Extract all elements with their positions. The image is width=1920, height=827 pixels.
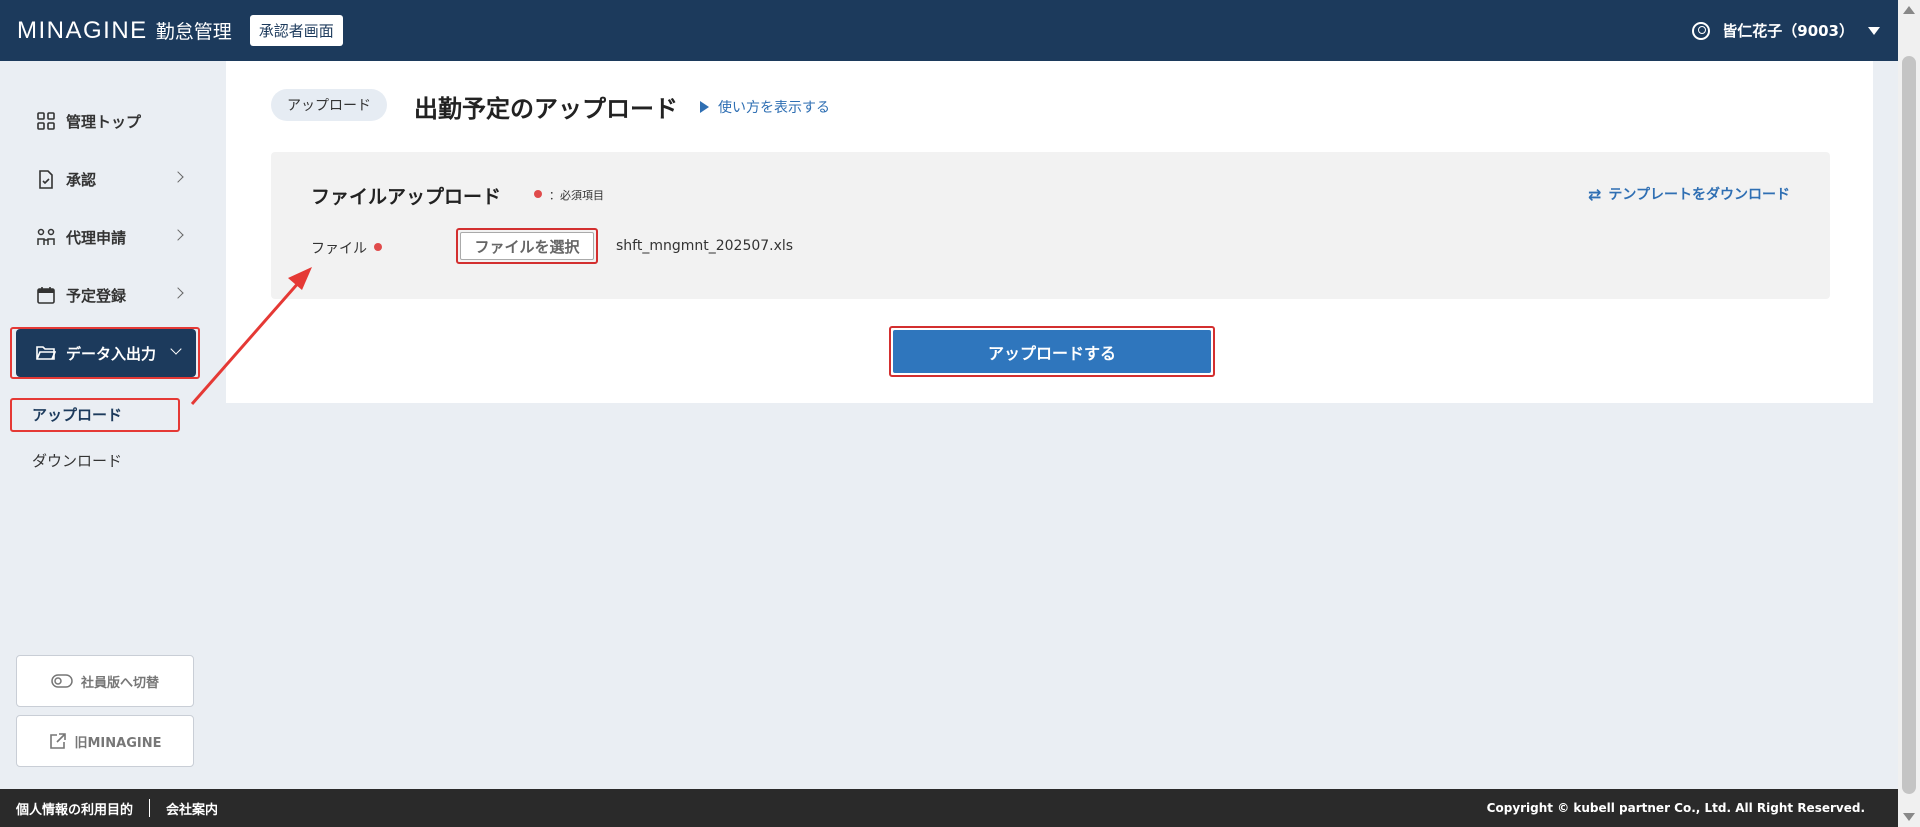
breadcrumb: アップロード (271, 89, 387, 121)
choose-file-label: ファイルを選択 (460, 232, 594, 260)
footer-divider (149, 799, 151, 817)
document-check-icon (36, 169, 56, 189)
switch-to-employee-button[interactable]: 社員版へ切替 (16, 655, 194, 707)
sidebar-subitem-download[interactable]: ダウンロード (32, 450, 122, 471)
company-link[interactable]: 会社案内 (166, 799, 218, 818)
howto-label: 使い方を表示する (718, 100, 830, 116)
upload-button-label: アップロードする (893, 330, 1211, 373)
required-note: ：必須項目 (549, 189, 604, 202)
grid-icon (36, 111, 56, 131)
footer: 個人情報の利用目的 会社案内 Copyright © kubell partne… (0, 789, 1898, 827)
calendar-icon (36, 285, 56, 305)
scroll-down-icon[interactable] (1903, 813, 1915, 821)
sidebar-item-approval[interactable]: 承認 (16, 155, 196, 203)
annotation-box-data-io (10, 327, 200, 379)
sidebar-item-label: 管理トップ (66, 112, 142, 131)
file-upload-panel: ファイルアップロード ：必須項目 ⇄ テンプレートをダウンロード ファイル ファ… (271, 152, 1830, 299)
old-minagine-label: 旧MINAGINE (74, 735, 162, 751)
page-title: 出勤予定のアップロード (414, 95, 678, 123)
download-template-link[interactable]: ⇄ テンプレートをダウンロード (1588, 184, 1790, 204)
template-link-label: テンプレートをダウンロード (1608, 187, 1790, 203)
switch-label: 社員版へ切替 (80, 675, 159, 691)
annotation-box-upload (10, 398, 180, 432)
play-triangle-icon (700, 101, 709, 113)
top-header: MINAGINE 勤怠管理 承認者画面 皆仁花子（9003） (0, 0, 1898, 61)
selected-file-name: shft_mngmnt_202507.xls (616, 238, 794, 254)
scroll-up-icon[interactable] (1903, 6, 1915, 14)
upload-button[interactable]: アップロードする (889, 326, 1215, 377)
page-scrollbar[interactable] (1898, 0, 1920, 827)
chevron-right-icon (172, 171, 184, 183)
toggle-icon (51, 674, 73, 688)
copyright: Copyright © kubell partner Co., Ltd. All… (1486, 801, 1865, 815)
main-content: アップロード 出勤予定のアップロード 使い方を表示する ファイルアップロード ：… (226, 61, 1873, 403)
user-name: 皆仁花子（9003） (1722, 22, 1854, 40)
sidebar-item-admin-top[interactable]: 管理トップ (16, 97, 196, 145)
role-badge: 承認者画面 (249, 15, 343, 46)
privacy-link[interactable]: 個人情報の利用目的 (16, 799, 133, 818)
old-minagine-button[interactable]: 旧MINAGINE (16, 715, 194, 767)
external-link-icon (49, 732, 67, 750)
scroll-thumb[interactable] (1902, 56, 1916, 794)
required-dot-icon (374, 243, 382, 251)
brand-subtitle: 勤怠管理 (155, 21, 232, 43)
sidebar-item-label: 予定登録 (66, 286, 127, 305)
user-menu[interactable]: 皆仁花子（9003） (1692, 0, 1880, 61)
chevron-right-icon (172, 287, 184, 299)
choose-file-button[interactable]: ファイルを選択 (456, 228, 598, 264)
howto-link[interactable]: 使い方を表示する (700, 97, 830, 117)
panel-title: ファイルアップロード (311, 186, 502, 208)
brand-logo: MINAGINE (17, 16, 148, 44)
people-icon (36, 227, 56, 247)
chevron-right-icon (172, 229, 184, 241)
swap-arrows-icon: ⇄ (1588, 184, 1602, 204)
brand[interactable]: MINAGINE 勤怠管理 (17, 17, 232, 45)
user-icon (1692, 21, 1711, 40)
sidebar-item-label: 代理申請 (66, 228, 127, 247)
required-dot-icon (534, 190, 542, 198)
sidebar-item-label: 承認 (66, 170, 97, 189)
file-label: ファイル (311, 241, 367, 257)
sidebar-item-schedule[interactable]: 予定登録 (16, 271, 196, 319)
sidebar-item-proxy-request[interactable]: 代理申請 (16, 213, 196, 261)
caret-down-icon (1868, 26, 1880, 35)
